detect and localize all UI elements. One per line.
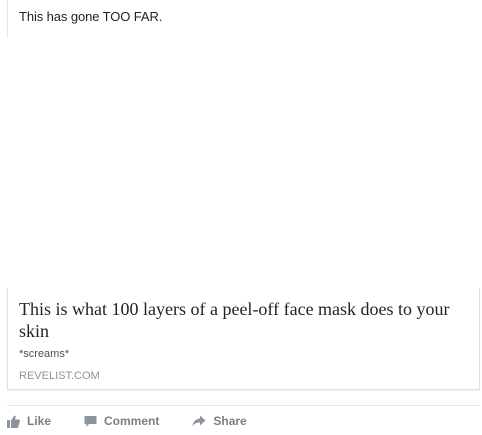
comment-label: Comment <box>104 414 160 428</box>
thumbs-up-icon <box>7 415 20 428</box>
link-title[interactable]: This is what 100 layers of a peel-off fa… <box>19 298 469 342</box>
speech-bubble-icon <box>84 415 97 428</box>
link-preview-card[interactable]: This is what 100 layers of a peel-off fa… <box>7 288 480 390</box>
post-message: This has gone TOO FAR. <box>19 9 163 24</box>
link-preview-image[interactable] <box>7 44 480 288</box>
feed-post: This has gone TOO FAR. This is what 100 … <box>0 0 482 435</box>
actions-divider <box>7 405 480 406</box>
link-description: *screams* <box>19 348 70 360</box>
comment-button[interactable]: Comment <box>84 414 159 428</box>
share-arrow-icon <box>192 415 206 427</box>
share-button[interactable]: Share <box>192 414 247 428</box>
like-label: Like <box>27 414 52 428</box>
link-domain: REVELIST.COM <box>19 370 100 382</box>
post-actions-bar: Like Comment Share <box>7 413 247 429</box>
like-button[interactable]: Like <box>7 414 51 428</box>
post-left-border <box>7 0 8 38</box>
share-label: Share <box>213 414 247 428</box>
